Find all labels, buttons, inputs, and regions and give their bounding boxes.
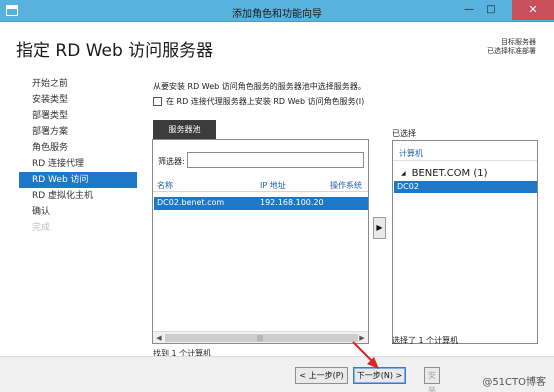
table-row[interactable]: DC02.benet.com 192.168.100.20 xyxy=(154,197,368,210)
previous-button[interactable]: < 上一步(P) xyxy=(295,367,348,384)
column-header-ip[interactable]: IP 地址 xyxy=(260,180,286,191)
domain-group[interactable]: ◢ BENET.COM (1) xyxy=(401,168,488,179)
selected-label: 已选择 xyxy=(392,129,416,138)
maximize-button[interactable]: □ xyxy=(484,4,498,16)
install-on-broker-option[interactable]: 在 RD 连接代理服务器上安装 RD Web 访问角色服务(I) xyxy=(153,96,364,107)
collapse-triangle-icon[interactable]: ◢ xyxy=(401,170,406,177)
page-title: 指定 RD Web 访问服务器 xyxy=(16,41,214,61)
scroll-left-icon[interactable]: ◀ xyxy=(154,333,164,343)
list-item[interactable]: DC02 xyxy=(394,181,537,193)
domain-group-label: BENET.COM (1) xyxy=(411,168,488,179)
selected-header-divider xyxy=(393,160,537,161)
nav-item-rd-web-access[interactable]: RD Web 访问 xyxy=(19,172,137,188)
nav-item-role-services[interactable]: 角色服务 xyxy=(19,140,137,156)
filter-input[interactable] xyxy=(187,152,364,168)
tab-server-pool[interactable]: 服务器池 xyxy=(153,120,216,139)
selected-count-text: 选择了 1 个计算机 xyxy=(392,336,459,345)
nav-item-rd-virtualization-host[interactable]: RD 虚拟化主机 xyxy=(19,188,137,204)
scroll-right-icon[interactable]: ▶ xyxy=(357,333,367,343)
minimize-button[interactable]: — xyxy=(462,4,476,16)
install-on-broker-checkbox[interactable] xyxy=(153,97,162,106)
nav-item-before-you-begin[interactable]: 开始之前 xyxy=(19,76,137,92)
install-button: 安装(I) xyxy=(424,367,440,392)
selected-panel: 计算机 ◢ BENET.COM (1) DC02 xyxy=(392,140,538,344)
row-name: DC02.benet.com xyxy=(157,198,225,207)
nav-item-results: 完成 xyxy=(32,223,51,233)
column-header-os[interactable]: 操作系统 xyxy=(330,180,362,191)
next-button[interactable]: 下一步(N) > xyxy=(353,367,406,384)
add-to-selected-button[interactable]: ▶ xyxy=(373,217,386,239)
server-pool-panel: 筛选器: 名称 IP 地址 操作系统 DC02.benet.com 192.16… xyxy=(152,139,369,344)
horizontal-scrollbar[interactable]: ◀ ||| ▶ xyxy=(153,331,368,343)
target-server-value: 已选择标准部署 xyxy=(487,47,536,55)
wizard-nav: 开始之前 安装类型 部署类型 部署方案 角色服务 RD 连接代理 RD Web … xyxy=(19,76,137,236)
nav-item-installation-type[interactable]: 安装类型 xyxy=(19,92,137,108)
nav-item-deployment-type[interactable]: 部署类型 xyxy=(19,108,137,124)
title-bar: 添加角色和功能向导 — □ ✕ xyxy=(0,0,554,22)
selected-column-header[interactable]: 计算机 xyxy=(399,148,423,159)
close-button[interactable]: ✕ xyxy=(512,0,554,20)
nav-item-deployment-scenario[interactable]: 部署方案 xyxy=(19,124,137,140)
install-on-broker-label: 在 RD 连接代理服务器上安装 RD Web 访问角色服务(I) xyxy=(166,97,365,106)
nav-item-rd-connection-broker[interactable]: RD 连接代理 xyxy=(19,156,137,172)
filter-label: 筛选器: xyxy=(158,157,185,166)
scroll-grip-icon: ||| xyxy=(257,335,264,342)
column-header-name[interactable]: 名称 xyxy=(157,180,173,191)
instruction-text: 从要安装 RD Web 访问角色服务的服务器池中选择服务器。 xyxy=(153,82,366,91)
row-ip: 192.168.100.20 xyxy=(260,198,324,207)
pool-table-header: 名称 IP 地址 操作系统 xyxy=(153,178,368,192)
button-bar: < 上一步(P) 下一步(N) > 安装(I) xyxy=(0,356,554,392)
nav-item-confirmation[interactable]: 确认 xyxy=(19,204,137,220)
watermark: @51CTO博客 xyxy=(482,377,546,388)
